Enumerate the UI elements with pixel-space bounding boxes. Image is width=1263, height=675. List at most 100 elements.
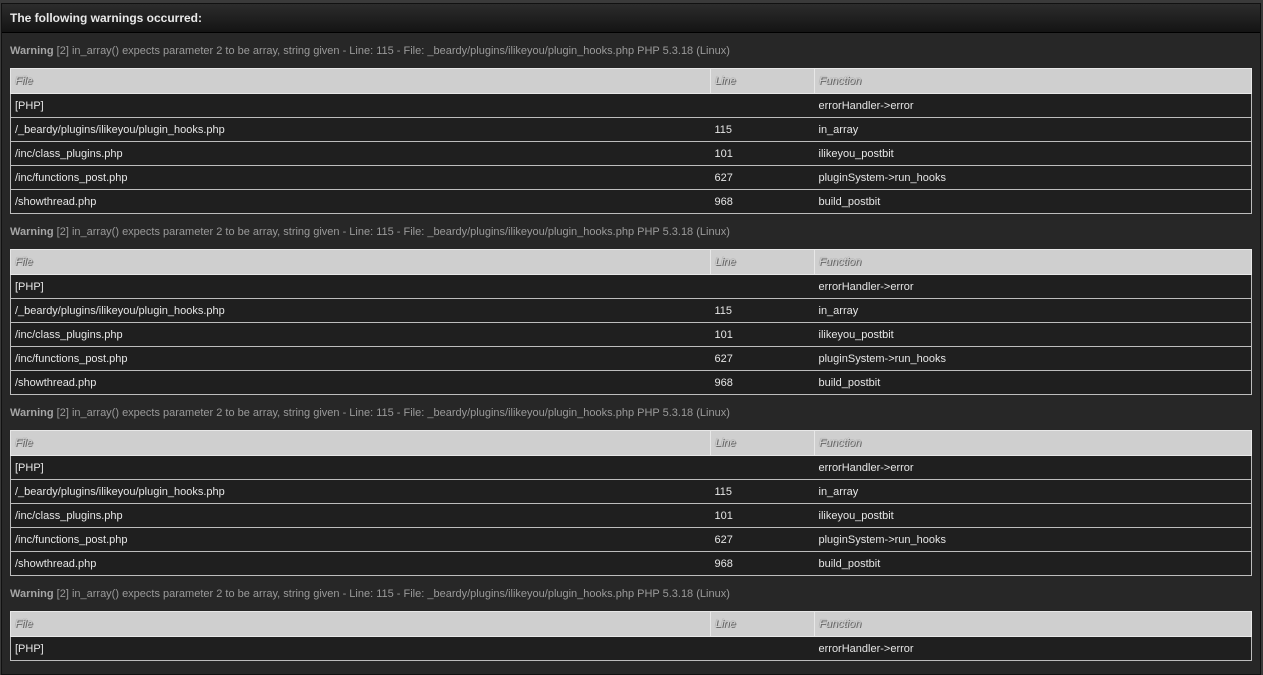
warnings-list: Warning [2] in_array() expects parameter… xyxy=(2,33,1260,661)
column-header-function: Function xyxy=(814,249,1252,275)
cell-file: /_beardy/plugins/ilikeyou/plugin_hooks.p… xyxy=(10,479,711,504)
table-row: /_beardy/plugins/ilikeyou/plugin_hooks.p… xyxy=(10,479,1252,504)
cell-function: build_postbit xyxy=(814,189,1252,214)
cell-file: /inc/functions_post.php xyxy=(10,165,711,190)
table-header-row: File Line Function xyxy=(10,68,1252,94)
cell-function: ilikeyou_postbit xyxy=(814,322,1252,347)
warning-label: Warning xyxy=(10,588,54,600)
cell-function: errorHandler->error xyxy=(814,274,1252,299)
cell-line xyxy=(710,636,815,661)
backtrace-table: File Line Function [PHP] errorHandler->error xyxy=(10,611,1252,661)
cell-line: 627 xyxy=(710,527,815,552)
warning-text: [2] in_array() expects parameter 2 to be… xyxy=(56,407,730,419)
cell-file: [PHP] xyxy=(10,455,711,480)
warning-label: Warning xyxy=(10,226,54,238)
cell-function: build_postbit xyxy=(814,551,1252,576)
table-row: /inc/class_plugins.php 101 ilikeyou_postbi… xyxy=(10,503,1252,528)
warning-label: Warning xyxy=(10,45,54,57)
cell-line: 101 xyxy=(710,141,815,166)
cell-line xyxy=(710,93,815,118)
cell-line: 115 xyxy=(710,298,815,323)
cell-file: /inc/class_plugins.php xyxy=(10,141,711,166)
warning-text: [2] in_array() expects parameter 2 to be… xyxy=(56,588,730,600)
table-header-row: File Line Function xyxy=(10,249,1252,275)
table-row: /inc/functions_post.php 627 pluginSystem->… xyxy=(10,527,1252,552)
cell-file: /inc/class_plugins.php xyxy=(10,503,711,528)
table-row: [PHP] errorHandler->error xyxy=(10,93,1252,118)
cell-function: pluginSystem->run_hooks xyxy=(814,346,1252,371)
cell-line xyxy=(710,455,815,480)
table-row: /_beardy/plugins/ilikeyou/plugin_hooks.p… xyxy=(10,117,1252,142)
cell-file: /inc/functions_post.php xyxy=(10,527,711,552)
warning-block: Warning [2] in_array() expects parameter… xyxy=(2,33,1260,214)
warning-message: Warning [2] in_array() expects parameter… xyxy=(10,576,1252,611)
cell-line: 968 xyxy=(710,189,815,214)
warning-block: Warning [2] in_array() expects parameter… xyxy=(2,214,1260,395)
warnings-panel: The following warnings occurred: Warning… xyxy=(1,3,1261,675)
table-row: /_beardy/plugins/ilikeyou/plugin_hooks.p… xyxy=(10,298,1252,323)
table-header-row: File Line Function xyxy=(10,430,1252,456)
backtrace-table: File Line Function [PHP] errorHandler->error… xyxy=(10,68,1252,214)
column-header-file: File xyxy=(10,249,711,275)
column-header-line: Line xyxy=(710,68,815,94)
column-header-line: Line xyxy=(710,430,815,456)
cell-function: errorHandler->error xyxy=(814,455,1252,480)
column-header-file: File xyxy=(10,611,711,637)
column-header-file: File xyxy=(10,430,711,456)
warning-block: Warning [2] in_array() expects parameter… xyxy=(2,395,1260,576)
cell-line: 115 xyxy=(710,479,815,504)
cell-line: 101 xyxy=(710,503,815,528)
column-header-function: Function xyxy=(814,611,1252,637)
table-row: /showthread.php 968 build_postbit xyxy=(10,370,1252,395)
cell-line: 968 xyxy=(710,370,815,395)
cell-line xyxy=(710,274,815,299)
table-row: /inc/functions_post.php 627 pluginSystem->… xyxy=(10,165,1252,190)
cell-function: ilikeyou_postbit xyxy=(814,503,1252,528)
table-row: /showthread.php 968 build_postbit xyxy=(10,189,1252,214)
warning-text: [2] in_array() expects parameter 2 to be… xyxy=(56,226,730,238)
warning-label: Warning xyxy=(10,407,54,419)
cell-function: errorHandler->error xyxy=(814,636,1252,661)
cell-file: /_beardy/plugins/ilikeyou/plugin_hooks.p… xyxy=(10,117,711,142)
warning-message: Warning [2] in_array() expects parameter… xyxy=(10,33,1252,68)
panel-title: The following warnings occurred: xyxy=(2,4,1260,33)
cell-file: [PHP] xyxy=(10,274,711,299)
cell-function: in_array xyxy=(814,298,1252,323)
warning-message: Warning [2] in_array() expects parameter… xyxy=(10,395,1252,430)
cell-file: /_beardy/plugins/ilikeyou/plugin_hooks.p… xyxy=(10,298,711,323)
cell-line: 115 xyxy=(710,117,815,142)
table-row: [PHP] errorHandler->error xyxy=(10,636,1252,661)
column-header-file: File xyxy=(10,68,711,94)
column-header-line: Line xyxy=(710,249,815,275)
warning-message: Warning [2] in_array() expects parameter… xyxy=(10,214,1252,249)
table-row: [PHP] errorHandler->error xyxy=(10,274,1252,299)
table-row: /inc/class_plugins.php 101 ilikeyou_postbi… xyxy=(10,141,1252,166)
backtrace-table: File Line Function [PHP] errorHandler->error… xyxy=(10,249,1252,395)
cell-function: pluginSystem->run_hooks xyxy=(814,527,1252,552)
warning-block: Warning [2] in_array() expects parameter… xyxy=(2,576,1260,661)
cell-line: 627 xyxy=(710,346,815,371)
backtrace-table: File Line Function [PHP] errorHandler->error… xyxy=(10,430,1252,576)
cell-file: /inc/functions_post.php xyxy=(10,346,711,371)
cell-line: 968 xyxy=(710,551,815,576)
cell-file: /showthread.php xyxy=(10,551,711,576)
warning-text: [2] in_array() expects parameter 2 to be… xyxy=(56,45,730,57)
table-row: [PHP] errorHandler->error xyxy=(10,455,1252,480)
cell-function: ilikeyou_postbit xyxy=(814,141,1252,166)
cell-file: /inc/class_plugins.php xyxy=(10,322,711,347)
table-header-row: File Line Function xyxy=(10,611,1252,637)
cell-file: [PHP] xyxy=(10,636,711,661)
cell-function: errorHandler->error xyxy=(814,93,1252,118)
cell-line: 101 xyxy=(710,322,815,347)
cell-function: pluginSystem->run_hooks xyxy=(814,165,1252,190)
column-header-line: Line xyxy=(710,611,815,637)
cell-function: in_array xyxy=(814,479,1252,504)
cell-line: 627 xyxy=(710,165,815,190)
column-header-function: Function xyxy=(814,430,1252,456)
table-row: /inc/class_plugins.php 101 ilikeyou_postbi… xyxy=(10,322,1252,347)
table-row: /inc/functions_post.php 627 pluginSystem->… xyxy=(10,346,1252,371)
table-row: /showthread.php 968 build_postbit xyxy=(10,551,1252,576)
column-header-function: Function xyxy=(814,68,1252,94)
cell-file: /showthread.php xyxy=(10,370,711,395)
cell-function: in_array xyxy=(814,117,1252,142)
